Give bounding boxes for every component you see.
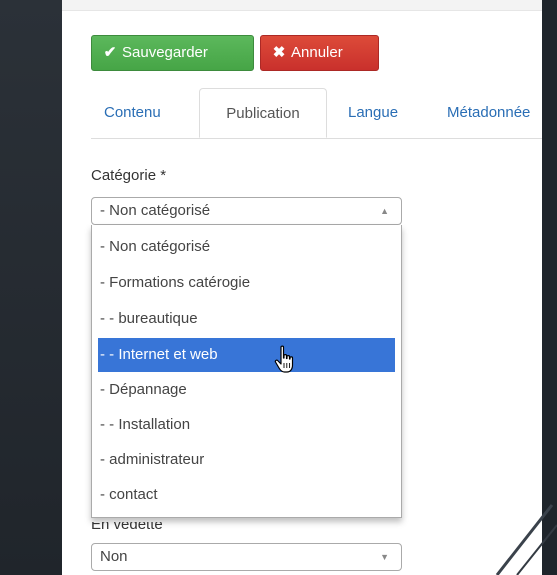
dropdown-option-highlighted[interactable]: - - Internet et web xyxy=(98,338,395,372)
featured-selected-value: Non xyxy=(100,548,128,565)
dropdown-option[interactable]: - Formations catérogie xyxy=(98,266,395,300)
dropdown-option[interactable]: - contact xyxy=(98,478,395,512)
dropdown-option[interactable]: - Dépannage xyxy=(98,373,395,407)
editor-panel: ✔ Sauvegarder ✖ Annuler Contenu Publicatio… xyxy=(62,0,542,575)
cancel-button[interactable]: ✖ Annuler xyxy=(260,35,379,71)
dropdown-option[interactable]: - - bureautique xyxy=(98,302,395,336)
decorative-swoosh xyxy=(477,485,557,575)
featured-select[interactable]: Non ▼ xyxy=(91,543,402,571)
tab-bar: Contenu Publication Langue Métadonnée xyxy=(91,88,542,139)
dropdown-option[interactable]: - Non catégorisé xyxy=(98,230,395,264)
dropdown-option[interactable]: - administrateur xyxy=(98,443,395,477)
save-button-label: Sauvegarder xyxy=(122,44,208,61)
dropdown-option[interactable]: - - Installation xyxy=(98,408,395,442)
panel-top-border xyxy=(62,0,542,11)
cancel-button-label: Annuler xyxy=(291,44,343,61)
featured-label: En vedette xyxy=(91,516,163,533)
save-button[interactable]: ✔ Sauvegarder xyxy=(91,35,254,71)
caret-up-icon: ▲ xyxy=(380,206,389,216)
category-dropdown: - Non catégorisé - Formations catérogie … xyxy=(91,225,402,518)
tab-label: Métadonnée xyxy=(447,104,531,121)
tab-label: Langue xyxy=(348,104,399,121)
tab-publication[interactable]: Publication xyxy=(199,88,327,138)
hand-pointer-icon xyxy=(274,345,298,375)
caret-down-icon: ▼ xyxy=(380,552,389,562)
tab-metadonnees[interactable]: Métadonnée xyxy=(447,88,530,138)
category-select[interactable]: - Non catégorisé ▲ xyxy=(91,197,402,225)
check-icon: ✔ xyxy=(103,44,117,61)
tab-langue[interactable]: Langue xyxy=(348,88,398,138)
x-icon: ✖ xyxy=(272,44,286,61)
slide-background-left xyxy=(0,0,62,575)
category-label: Catégorie * xyxy=(91,167,167,184)
tab-contenu[interactable]: Contenu xyxy=(104,88,161,138)
tab-label: Contenu xyxy=(104,104,161,121)
category-selected-value: - Non catégorisé xyxy=(100,202,211,219)
tab-label: Publication xyxy=(226,105,300,122)
